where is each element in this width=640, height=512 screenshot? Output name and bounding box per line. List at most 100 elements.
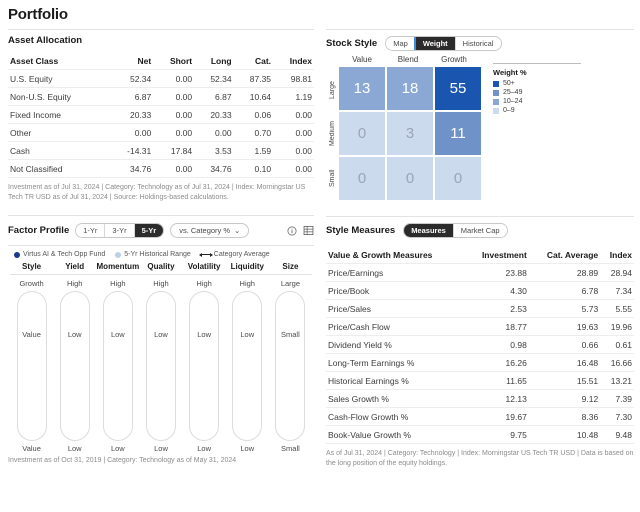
divider <box>8 215 314 217</box>
cell-investment: 2.53 <box>465 299 529 318</box>
cell-investment: 4.30 <box>465 281 529 300</box>
factor-capsule[interactable]: Low <box>189 291 220 442</box>
factor-bottom-label: Low <box>154 444 168 454</box>
period-tab-3yr[interactable]: 3-Yr <box>105 224 135 238</box>
style-cell-large-growth[interactable]: 55 <box>435 67 481 110</box>
period-tab-5yr[interactable]: 5-Yr <box>134 224 164 238</box>
legend-swatch-icon <box>493 98 499 105</box>
style-measures-footnote: As of Jul 31, 2024 | Category: Technolog… <box>326 450 634 468</box>
factor-top-label: Growth <box>19 279 44 289</box>
divider <box>8 29 314 30</box>
factor-bottom-label: Value <box>22 444 41 454</box>
cell-cat-average: 16.48 <box>528 353 601 372</box>
table-row: Dividend Yield % 0.98 0.66 0.61 <box>326 335 634 354</box>
factor-capsule[interactable]: Small <box>275 291 306 442</box>
factor-profile-section: Factor Profile 1-Yr 3-Yr 5-Yr vs. Catego… <box>8 215 314 466</box>
cell-measure: Price/Earnings <box>326 263 466 282</box>
cell-net: 34.76 <box>109 159 154 178</box>
factor-capsule[interactable]: Low <box>232 291 263 442</box>
table-row: U.S. Equity 52.34 0.00 52.34 87.35 98.81 <box>8 69 314 88</box>
style-measures-tab-group[interactable]: Measures Market Cap <box>403 223 508 238</box>
cell-cat-average: 19.63 <box>528 317 601 336</box>
period-tab-group[interactable]: 1-Yr 3-Yr 5-Yr <box>75 223 165 239</box>
column-header-asset-class: Asset Class <box>8 52 110 70</box>
style-cell-large-blend[interactable]: 18 <box>387 67 433 110</box>
factor-capsule[interactable]: Low <box>102 291 133 442</box>
cell-short: 0.00 <box>153 69 195 88</box>
row-header-small: Small <box>329 169 336 187</box>
asset-allocation-table: Asset Class Net Short Long Cat. Index U.… <box>8 52 314 178</box>
table-row: Book-Value Growth % 9.75 10.48 9.48 <box>326 425 634 444</box>
cell-cat: 1.59 <box>233 141 274 160</box>
period-tab-1yr[interactable]: 1-Yr <box>76 224 106 238</box>
style-measures-table: Value & Growth Measures Investment Cat. … <box>326 246 634 444</box>
style-cell-medium-growth[interactable]: 11 <box>435 112 481 155</box>
factor-capsule[interactable]: Value <box>16 291 47 442</box>
cell-index: 13.21 <box>600 371 634 390</box>
tab-map[interactable]: Map <box>386 37 416 50</box>
style-cell-medium-value[interactable]: 0 <box>339 112 385 155</box>
cell-index: 0.00 <box>273 141 314 160</box>
style-box: Large Medium Small Value Blend Growth 13 <box>326 51 634 200</box>
col-header-growth: Growth <box>441 55 467 64</box>
info-icon[interactable] <box>287 226 297 236</box>
tab-weight[interactable]: Weight <box>415 37 456 50</box>
cell-long: 0.00 <box>194 123 234 142</box>
cell-asset-class: U.S. Equity <box>8 69 110 88</box>
column-header-cat-average: Cat. Average <box>528 246 601 264</box>
cell-index: 0.00 <box>273 105 314 124</box>
cell-investment: 23.88 <box>465 263 529 282</box>
factor-gauge-momentum: High Low Low <box>96 279 139 453</box>
factor-top-label: High <box>66 279 83 289</box>
cell-cat-average: 28.89 <box>528 263 601 282</box>
factor-profile-legend: Virtus AI & Tech Opp Fund 5-Yr Historica… <box>8 246 314 262</box>
cell-net: 0.00 <box>109 123 154 142</box>
tab-measures[interactable]: Measures <box>404 224 454 237</box>
factor-profile-tools <box>287 225 314 236</box>
column-header-index: Index <box>600 246 634 264</box>
cell-asset-class: Cash <box>8 141 110 160</box>
cell-investment: 16.26 <box>465 353 529 372</box>
factor-capsule[interactable]: Low <box>59 291 90 442</box>
factor-inner-label: Value <box>22 330 41 340</box>
table-view-icon[interactable] <box>303 225 314 236</box>
page-title: Portfolio <box>8 6 68 23</box>
cell-measure: Price/Sales <box>326 299 466 318</box>
factor-gauge-liquidity: High Low Low <box>226 279 269 453</box>
legend-divider <box>493 63 581 64</box>
tab-market-cap[interactable]: Market Cap <box>453 224 507 237</box>
cell-cat-average: 8.36 <box>528 407 601 426</box>
style-box-grid: 13 18 55 0 3 11 0 0 0 <box>339 67 481 200</box>
factor-col-quality: Quality <box>139 262 182 274</box>
legend-item: 0–9 <box>493 107 581 114</box>
table-row: Cash -14.31 17.84 3.53 1.59 0.00 <box>8 141 314 160</box>
style-cell-small-growth[interactable]: 0 <box>435 157 481 200</box>
factor-capsule[interactable]: Low <box>145 291 176 442</box>
stock-style-tab-group[interactable]: Map Weight Historical <box>385 36 502 51</box>
column-header-long: Long <box>194 52 234 70</box>
style-cell-large-value[interactable]: 13 <box>339 67 385 110</box>
compare-select[interactable]: vs. Category % ⌄ <box>170 223 250 239</box>
style-box-legend: Weight % 50+ 25–49 10–24 0–9 <box>493 55 581 200</box>
cell-cat-average: 9.12 <box>528 389 601 408</box>
cell-index: 16.66 <box>600 353 634 372</box>
right-column: Stock Style Map Weight Historical Large … <box>322 23 640 469</box>
cell-cat: 0.06 <box>233 105 274 124</box>
style-cell-medium-blend[interactable]: 3 <box>387 112 433 155</box>
cell-measure: Price/Book <box>326 281 466 300</box>
factor-inner-label: Low <box>110 330 125 340</box>
factor-profile-title: Factor Profile <box>8 225 70 237</box>
cell-index: 7.39 <box>600 389 634 408</box>
cell-index: 7.30 <box>600 407 634 426</box>
asset-allocation-footnote: Investment as of Jul 31, 2024 | Category… <box>8 184 306 202</box>
cell-investment: 11.65 <box>465 371 529 390</box>
table-header-row: Value & Growth Measures Investment Cat. … <box>326 246 634 264</box>
cell-index: 28.94 <box>600 263 634 282</box>
style-cell-small-blend[interactable]: 0 <box>387 157 433 200</box>
factor-gauge-style: Growth Value Value <box>10 279 53 453</box>
factor-name: Volatility <box>187 262 221 272</box>
tab-historical[interactable]: Historical <box>455 37 501 50</box>
table-row: Price/Earnings 23.88 28.89 28.94 <box>326 263 634 282</box>
style-cell-small-value[interactable]: 0 <box>339 157 385 200</box>
compare-select-label: vs. Category % <box>179 226 231 236</box>
